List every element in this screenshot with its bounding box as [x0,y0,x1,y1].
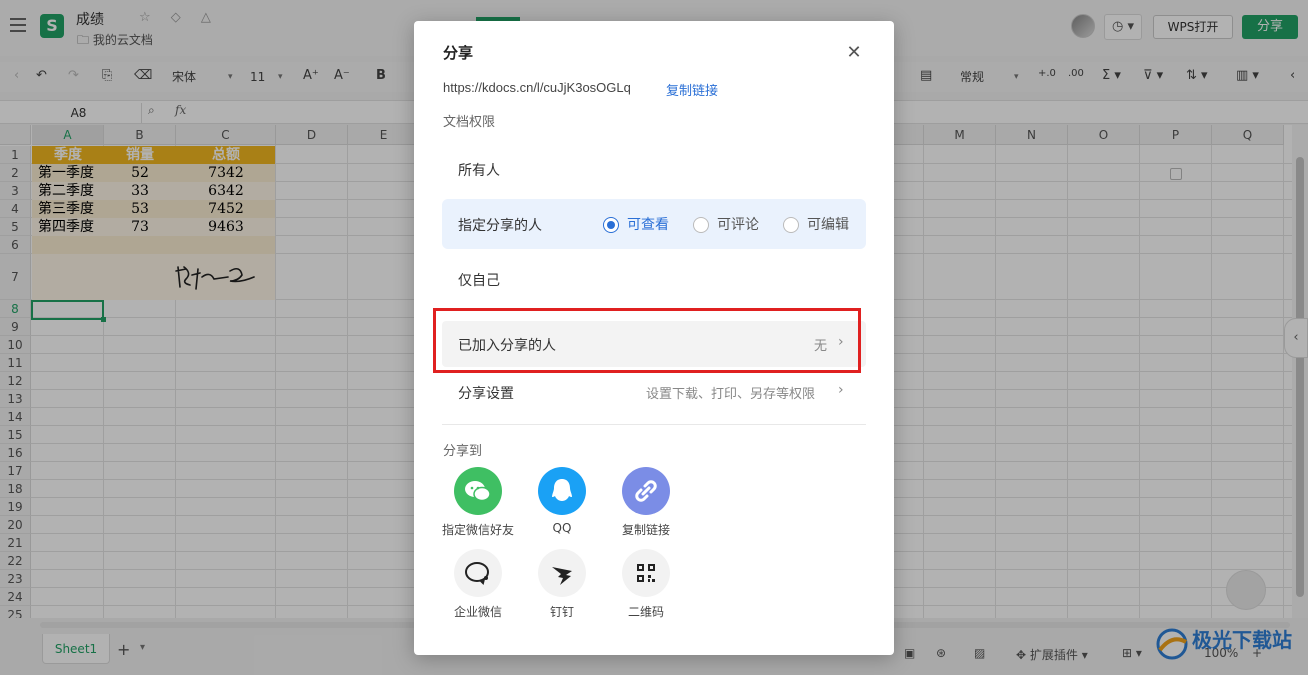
radio-edit[interactable]: 可编辑 [783,216,849,234]
share-target-label: 指定微信好友 [441,523,514,537]
share-dingtalk-button[interactable]: 钉钉 [520,549,604,620]
permission-option-self[interactable]: 仅自己 [442,254,866,304]
permission-label: 文档权限 [443,115,496,130]
permission-option-label: 所有人 [458,163,500,179]
share-wecom-button[interactable]: 企业微信 [436,549,520,620]
share-target-label: 企业微信 [453,605,502,619]
chevron-right-icon: › [838,382,844,398]
qrcode-icon [622,549,670,597]
share-settings-row[interactable]: 分享设置 设置下载、打印、另存等权限 › [442,376,866,406]
close-icon[interactable]: ✕ [844,43,864,63]
dialog-title: 分享 [443,44,474,62]
share-settings-value: 设置下载、打印、另存等权限 [646,387,816,402]
share-target-label: QQ [552,521,572,535]
share-wechat-button[interactable]: 指定微信好友 [436,467,520,538]
permission-option-label: 仅自己 [458,273,500,289]
share-qq-button[interactable]: QQ [520,467,604,535]
radio-view[interactable]: 可查看 [603,216,669,234]
permission-option-label: 指定分享的人 [458,218,542,234]
wechat-icon [454,467,502,515]
radio-unchecked-icon [783,217,799,233]
highlight-annotation-box [433,308,861,373]
share-url: https://kdocs.cn/l/cuJjK3osOGLq [443,80,631,95]
share-copy-link-button[interactable]: 复制链接 [604,467,688,538]
share-qrcode-button[interactable]: 二维码 [604,549,688,620]
divider [442,424,866,425]
radio-label: 可编辑 [807,217,849,233]
permission-option-everyone[interactable]: 所有人 [442,144,866,194]
dingtalk-icon [538,549,586,597]
share-settings-label: 分享设置 [458,386,514,402]
radio-unchecked-icon [693,217,709,233]
copy-link-button[interactable]: 复制链接 [666,80,718,99]
qq-icon [538,467,586,515]
wecom-icon [454,549,502,597]
radio-comment[interactable]: 可评论 [693,216,759,234]
permission-option-specified[interactable]: 指定分享的人 可查看 可评论 可编辑 [442,199,866,249]
share-target-label: 钉钉 [549,605,574,619]
radio-checked-icon [603,217,619,233]
radio-label: 可查看 [627,217,669,233]
share-target-label: 二维码 [627,605,664,619]
share-to-label: 分享到 [443,444,483,459]
radio-label: 可评论 [717,217,759,233]
share-target-label: 复制链接 [621,523,670,537]
link-icon [622,467,670,515]
